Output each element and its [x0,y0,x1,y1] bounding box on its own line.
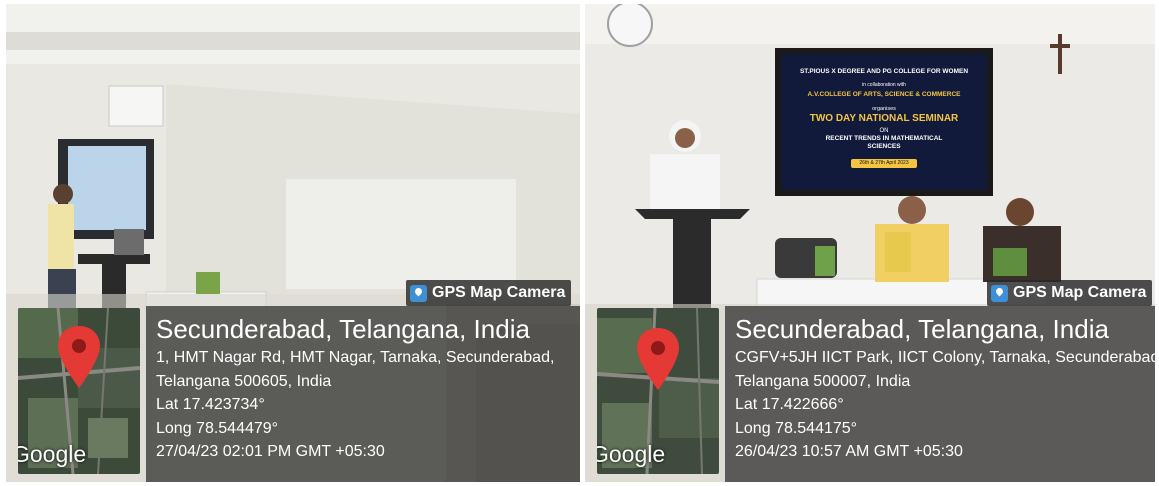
longitude: Long 78.544175° [735,419,858,437]
location-info: Secunderabad, Telangana, India CGFV+5JH … [735,312,1155,464]
address-line-2: Telangana 500007, India [735,372,911,390]
slide-organises: organises [872,105,896,112]
slide-on: ON [879,127,889,134]
slide-collab: in collaboration with [862,82,906,89]
gps-badge-label: GPS Map Camera [1013,284,1147,301]
location-info: Secunderabad, Telangana, India 1, HMT Na… [156,312,554,464]
latitude: Lat 17.422666° [735,396,844,413]
slide-seminar-title: TWO DAY NATIONAL SEMINAR [809,112,959,124]
gps-map-camera-badge: GPS Map Camera [406,280,572,306]
google-logo: Google [18,441,87,467]
latitude: Lat 17.423734° [156,396,265,413]
slide-college-2: A.V.COLLEGE OF ARTS, SCIENCE & COMMERCE [807,90,961,98]
timestamp: 26/04/23 10:57 AM GMT +05:30 [735,443,963,460]
slide-college: ST.PIOUS X DEGREE AND PG COLLEGE FOR WOM… [799,68,969,75]
photo-left: GPS Map Camera Google Secunderabad, Tela… [6,4,580,482]
google-logo: Google [597,441,666,467]
gps-camera-icon [991,284,1008,302]
gps-camera-icon [410,284,427,302]
crucifix-icon [1058,34,1062,74]
address-line-1: 1, HMT Nagar Rd, HMT Nagar, Tarnaka, Sec… [156,349,555,366]
city-name: Secunderabad, Telangana, India [156,314,530,344]
slide-topic: RECENT TRENDS IN MATHEMATICAL SCIENCES [825,135,943,150]
photo-right: ST.PIOUS X DEGREE AND PG COLLEGE FOR WOM… [585,4,1155,482]
gps-badge-label: GPS Map Camera [432,284,566,301]
longitude: Long 78.544479° [156,419,279,437]
seminar-slide: ST.PIOUS X DEGREE AND PG COLLEGE FOR WOM… [781,56,987,190]
timestamp: 27/04/23 02:01 PM GMT +05:30 [156,443,385,460]
slide-dates: 26th & 27th April 2023 [851,158,917,169]
map-thumbnail: Google [18,308,140,474]
address-line-2: Telangana 500605, India [156,372,332,390]
gps-map-camera-badge: GPS Map Camera [987,280,1153,306]
wall-clock-icon [607,4,653,47]
address-line-1: CGFV+5JH IICT Park, IICT Colony, Tarnaka… [735,349,1155,366]
map-thumbnail: Google [597,308,719,474]
city-name: Secunderabad, Telangana, India [735,314,1109,344]
